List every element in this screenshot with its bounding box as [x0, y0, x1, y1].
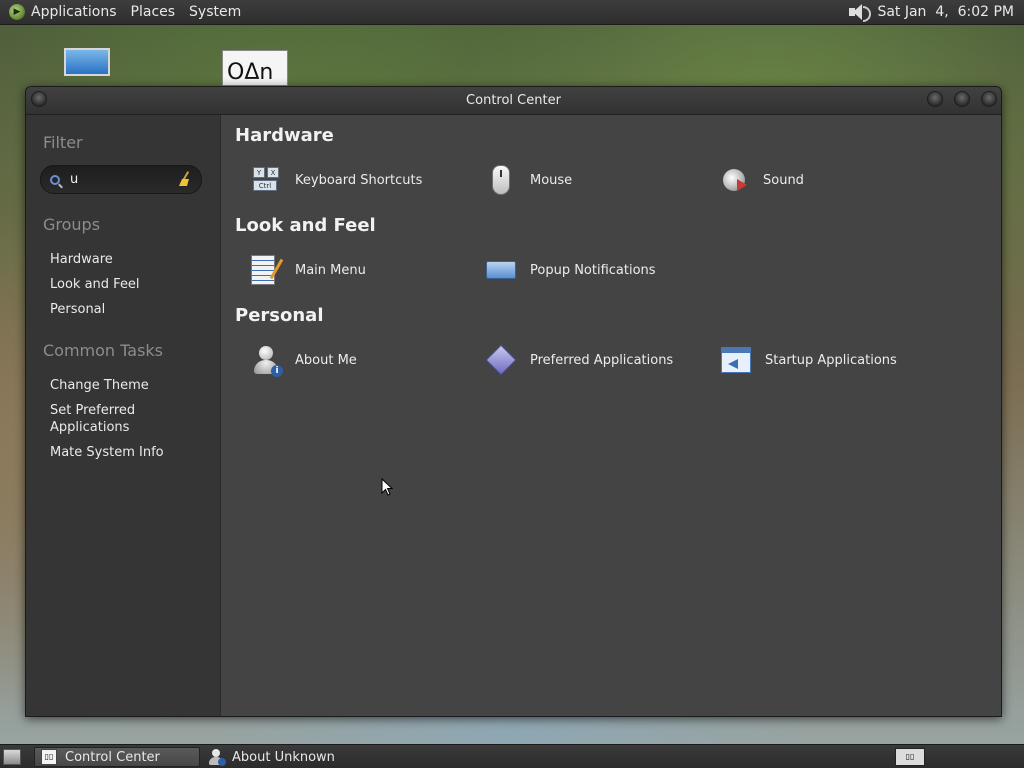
applications-menu[interactable]: Applications [31, 4, 117, 20]
clock[interactable]: Sat Jan 4, 6:02 PM [877, 4, 1014, 20]
item-label: Startup Applications [765, 352, 897, 368]
item-startup-applications[interactable]: Startup Applications [721, 344, 897, 376]
minimize-button[interactable] [927, 91, 943, 107]
search-icon [50, 174, 60, 185]
taskbar-label: About Unknown [232, 749, 335, 765]
item-main-menu[interactable]: Main Menu [251, 254, 366, 286]
item-label: Popup Notifications [530, 262, 656, 278]
taskbar-item-control-center[interactable]: ▯▯ Control Center [34, 747, 200, 767]
document-glyphs: OΔn [227, 60, 274, 85]
item-label: Preferred Applications [530, 352, 674, 368]
close-button[interactable] [981, 91, 997, 107]
item-label: Sound [763, 172, 804, 188]
mouse-icon [492, 165, 510, 195]
item-label: Main Menu [295, 262, 366, 278]
filter-heading: Filter [43, 133, 83, 152]
user-icon [208, 749, 226, 766]
bottom-panel: ▯▯ Control Center About Unknown ▯▯ [0, 744, 1024, 768]
workspace-switcher[interactable]: ▯▯ [895, 748, 925, 766]
about-me-icon: i [251, 345, 283, 377]
task-link-mate-system-info[interactable]: Mate System Info [50, 444, 200, 461]
section-title-hardware: Hardware [235, 125, 334, 146]
places-menu[interactable]: Places [131, 4, 176, 20]
control-center-window: Control Center Filter Groups Hardware Lo… [25, 86, 1002, 717]
taskbar-item-about-unknown[interactable]: About Unknown [202, 747, 382, 767]
sidebar: Filter Groups Hardware Look and Feel Per… [26, 115, 220, 716]
item-label: Keyboard Shortcuts [295, 172, 423, 188]
groups-heading: Groups [43, 215, 101, 234]
common-tasks-heading: Common Tasks [43, 341, 164, 360]
top-panel: ▶ Applications Places System Sat Jan 4, … [0, 0, 1024, 25]
item-preferred-applications[interactable]: Preferred Applications [485, 344, 674, 376]
group-link-look-and-feel[interactable]: Look and Feel [50, 276, 200, 293]
clear-icon[interactable] [178, 171, 192, 187]
search-input[interactable] [68, 171, 172, 188]
group-link-hardware[interactable]: Hardware [50, 251, 200, 268]
item-mouse[interactable]: Mouse [486, 164, 572, 196]
search-box[interactable] [40, 165, 202, 194]
keyboard-icon: Y X Ctrl [251, 165, 281, 195]
item-sound[interactable]: Sound [723, 164, 804, 196]
item-keyboard-shortcuts[interactable]: Y X Ctrl Keyboard Shortcuts [251, 164, 422, 196]
main-menu-icon [251, 255, 275, 285]
popup-notifications-icon [486, 261, 516, 279]
section-title-look-and-feel: Look and Feel [235, 215, 376, 236]
task-link-set-preferred-applications[interactable]: Set Preferred Applications [50, 402, 160, 436]
volume-icon[interactable] [849, 4, 872, 22]
content-area: Hardware Y X Ctrl Keyboard Shortcuts Mou… [220, 115, 1001, 716]
task-link-change-theme[interactable]: Change Theme [50, 377, 200, 394]
document-icon[interactable]: OΔn [222, 50, 288, 86]
item-label: Mouse [530, 172, 573, 188]
system-menu[interactable]: System [189, 4, 241, 20]
taskbar-label: Control Center [65, 749, 160, 765]
preferred-applications-icon [485, 344, 517, 376]
mate-logo-icon[interactable]: ▶ [9, 4, 25, 20]
sound-icon [723, 169, 747, 191]
section-title-personal: Personal [235, 305, 324, 326]
item-label: About Me [295, 352, 357, 368]
startup-applications-icon [721, 347, 751, 373]
window-titlebar[interactable]: Control Center [26, 87, 1001, 115]
group-link-personal[interactable]: Personal [50, 301, 200, 318]
computer-icon[interactable] [64, 48, 110, 84]
window-menu-button[interactable] [31, 91, 47, 107]
maximize-button[interactable] [954, 91, 970, 107]
window-title: Control Center [466, 93, 561, 108]
control-center-icon: ▯▯ [41, 749, 57, 765]
show-desktop-icon[interactable] [3, 749, 21, 765]
item-popup-notifications[interactable]: Popup Notifications [486, 254, 656, 286]
item-about-me[interactable]: i About Me [251, 344, 357, 377]
